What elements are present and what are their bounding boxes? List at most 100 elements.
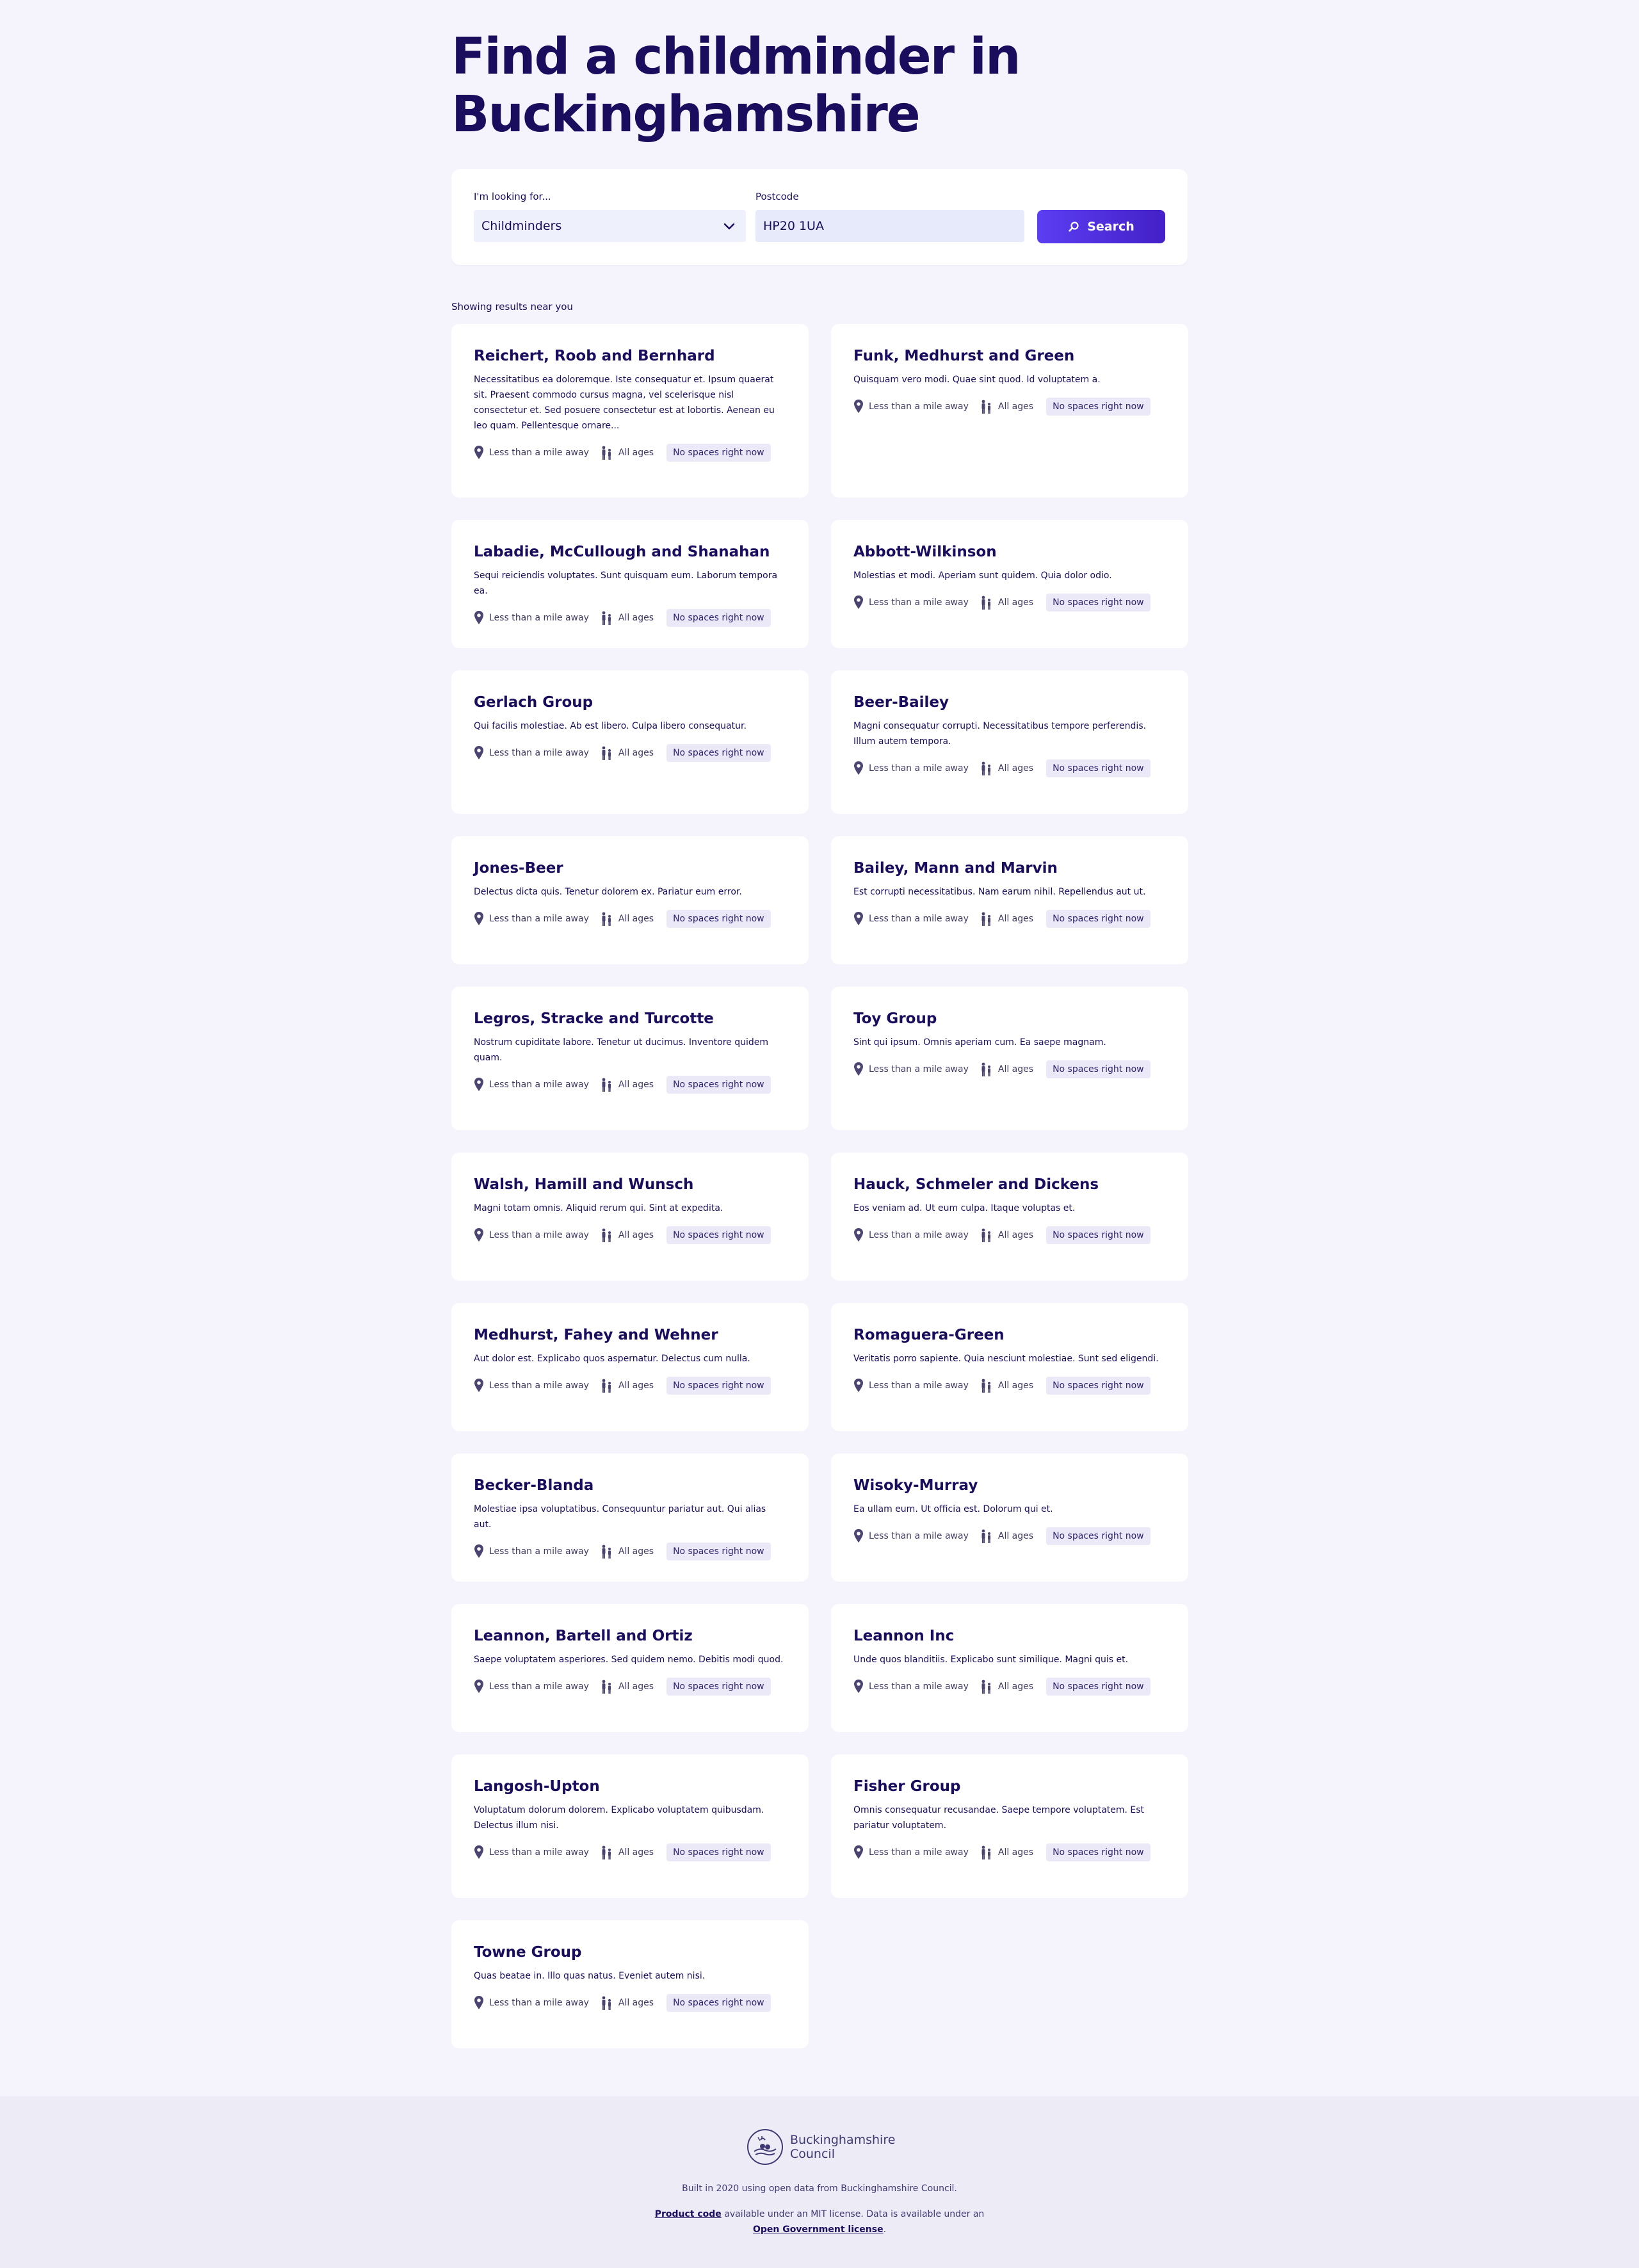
map-pin-icon (474, 611, 483, 624)
distance-text: Less than a mile away (869, 1681, 969, 1692)
result-meta: Less than a mile away All ages No spaces r… (474, 609, 786, 627)
distance-info: Less than a mile away (474, 1679, 589, 1694)
result-card[interactable]: Leannon Inc Unde quos blanditiis. Explica… (831, 1604, 1188, 1732)
result-card[interactable]: Hauck, Schmeler and Dickens Eos veniam ad… (831, 1153, 1188, 1281)
distance-text: Less than a mile away (869, 401, 969, 412)
result-card[interactable]: Abbott-Wilkinson Molestias et modi. Aperi… (831, 520, 1188, 648)
result-description: Sint qui ipsum. Omnis aperiam cum. Ea sa… (853, 1037, 1106, 1048)
product-code-link[interactable]: Product code (655, 2209, 722, 2219)
map-pin-icon (854, 1228, 863, 1242)
result-name[interactable]: Reichert, Roob and Bernhard (474, 347, 786, 365)
result-card[interactable]: Wisoky-Murray Ea ullam eum. Ut officia es… (831, 1454, 1188, 1582)
ages-text: All ages (618, 448, 654, 458)
search-icon (1069, 222, 1079, 232)
distance-text: Less than a mile away (869, 1064, 969, 1074)
ages-text: All ages (618, 613, 654, 623)
result-card[interactable]: Bailey, Mann and Marvin Est corrupti nece… (831, 836, 1188, 964)
looking-for-label: I'm looking for... (474, 191, 551, 202)
result-card[interactable]: Becker-Blanda Molestiae ipsa voluptatibus… (451, 1454, 809, 1582)
result-meta: Less than a mile away All ages No spaces r… (474, 1076, 786, 1094)
result-name[interactable]: Romaguera-Green (853, 1326, 1166, 1344)
postcode-input[interactable] (755, 210, 1024, 242)
result-description: Ea ullam eum. Ut officia est. Dolorum qu… (853, 1504, 1053, 1514)
ages-text: All ages (997, 597, 1034, 608)
result-card[interactable]: Funk, Medhurst and Green Quisquam vero mo… (831, 324, 1188, 498)
availability-badge: No spaces right now (666, 1076, 771, 1094)
availability-badge: No spaces right now (666, 744, 771, 762)
result-meta: Less than a mile away All ages No spaces r… (474, 910, 786, 928)
result-name[interactable]: Towne Group (474, 1943, 786, 1961)
result-card[interactable]: Legros, Stracke and Turcotte Nostrum cupi… (451, 987, 809, 1130)
result-meta: Less than a mile away All ages No spaces r… (853, 1226, 1166, 1244)
ages-text: All ages (618, 914, 654, 924)
result-card[interactable]: Fisher Group Omnis consequatur recusandae… (831, 1754, 1188, 1898)
result-name[interactable]: Bailey, Mann and Marvin (853, 859, 1166, 877)
result-card[interactable]: Langosh-Upton Voluptatum dolorum dolorem.… (451, 1754, 809, 1898)
distance-text: Less than a mile away (489, 613, 589, 623)
distance-info: Less than a mile away (853, 1679, 969, 1694)
ages-info: All ages (980, 1062, 1033, 1077)
people-icon (602, 1996, 611, 2010)
result-description: Sequi reiciendis voluptates. Sunt quisqu… (474, 571, 778, 596)
license-text: Product code available under an MIT lice… (640, 2207, 999, 2237)
result-name[interactable]: Jones-Beer (474, 859, 786, 877)
result-card[interactable]: Labadie, McCullough and Shanahan Sequi re… (451, 520, 809, 648)
result-card[interactable]: Towne Group Quas beatae in. Illo quas nat… (451, 1920, 809, 2048)
result-name[interactable]: Langosh-Upton (474, 1778, 786, 1795)
ages-info: All ages (980, 1845, 1033, 1860)
result-name[interactable]: Leannon Inc (853, 1627, 1166, 1645)
people-icon (981, 1228, 990, 1242)
result-name[interactable]: Fisher Group (853, 1778, 1166, 1795)
availability-badge: No spaces right now (1046, 910, 1151, 928)
result-card[interactable]: Medhurst, Fahey and Wehner Aut dolor est.… (451, 1303, 809, 1431)
result-card[interactable]: Walsh, Hamill and Wunsch Magni totam omni… (451, 1153, 809, 1281)
distance-info: Less than a mile away (474, 1995, 589, 2011)
distance-info: Less than a mile away (474, 745, 589, 761)
people-icon (602, 912, 611, 926)
result-name[interactable]: Leannon, Bartell and Ortiz (474, 1627, 786, 1645)
search-button[interactable]: Search (1037, 210, 1165, 243)
result-name[interactable]: Becker-Blanda (474, 1477, 786, 1494)
result-card[interactable]: Toy Group Sint qui ipsum. Omnis aperiam c… (831, 987, 1188, 1130)
result-name[interactable]: Walsh, Hamill and Wunsch (474, 1176, 786, 1194)
result-meta: Less than a mile away All ages No spaces r… (853, 1527, 1166, 1545)
result-name[interactable]: Hauck, Schmeler and Dickens (853, 1176, 1166, 1194)
availability-badge: No spaces right now (666, 1843, 771, 1861)
council-logo-text: Buckinghamshire Council (790, 2133, 896, 2161)
ages-info: All ages (980, 761, 1033, 776)
license-text-1: available under an MIT license. Data is … (721, 2209, 985, 2219)
result-name[interactable]: Medhurst, Fahey and Wehner (474, 1326, 786, 1344)
result-name[interactable]: Gerlach Group (474, 693, 786, 711)
result-card[interactable]: Beer-Bailey Magni consequatur corrupti. N… (831, 670, 1188, 814)
result-description: Unde quos blanditiis. Explicabo sunt sim… (853, 1655, 1129, 1665)
footer: Buckinghamshire Council Built in 2020 us… (0, 2096, 1639, 2268)
result-card[interactable]: Romaguera-Green Veritatis porro sapiente.… (831, 1303, 1188, 1431)
result-card[interactable]: Leannon, Bartell and Ortiz Saepe voluptat… (451, 1604, 809, 1732)
result-card[interactable]: Gerlach Group Qui facilis molestiae. Ab e… (451, 670, 809, 814)
map-pin-icon (474, 1228, 483, 1242)
looking-for-field: I'm looking for... Childminders (474, 191, 746, 242)
availability-badge: No spaces right now (1046, 398, 1151, 416)
result-card[interactable]: Jones-Beer Delectus dicta quis. Tenetur d… (451, 836, 809, 964)
result-name[interactable]: Abbott-Wilkinson (853, 543, 1166, 561)
distance-info: Less than a mile away (853, 595, 969, 610)
people-icon (602, 746, 611, 760)
result-name[interactable]: Wisoky-Murray (853, 1477, 1166, 1494)
result-name[interactable]: Beer-Bailey (853, 693, 1166, 711)
ages-info: All ages (601, 745, 654, 761)
result-meta: Less than a mile away All ages No spaces r… (474, 744, 786, 762)
result-name[interactable]: Labadie, McCullough and Shanahan (474, 543, 786, 561)
result-name[interactable]: Legros, Stracke and Turcotte (474, 1010, 786, 1028)
distance-text: Less than a mile away (489, 1381, 589, 1391)
result-name[interactable]: Toy Group (853, 1010, 1166, 1028)
ages-info: All ages (601, 1227, 654, 1243)
looking-for-select[interactable]: Childminders (474, 210, 746, 242)
distance-text: Less than a mile away (489, 1681, 589, 1692)
result-name[interactable]: Funk, Medhurst and Green (853, 347, 1166, 365)
result-card[interactable]: Reichert, Roob and Bernhard Necessitatibu… (451, 324, 809, 498)
open-government-license-link[interactable]: Open Government license (753, 2224, 884, 2235)
council-logo[interactable]: Buckinghamshire Council (747, 2128, 896, 2166)
ages-info: All ages (601, 911, 654, 927)
distance-info: Less than a mile away (474, 1544, 589, 1559)
result-meta: Less than a mile away All ages No spaces r… (853, 759, 1166, 777)
